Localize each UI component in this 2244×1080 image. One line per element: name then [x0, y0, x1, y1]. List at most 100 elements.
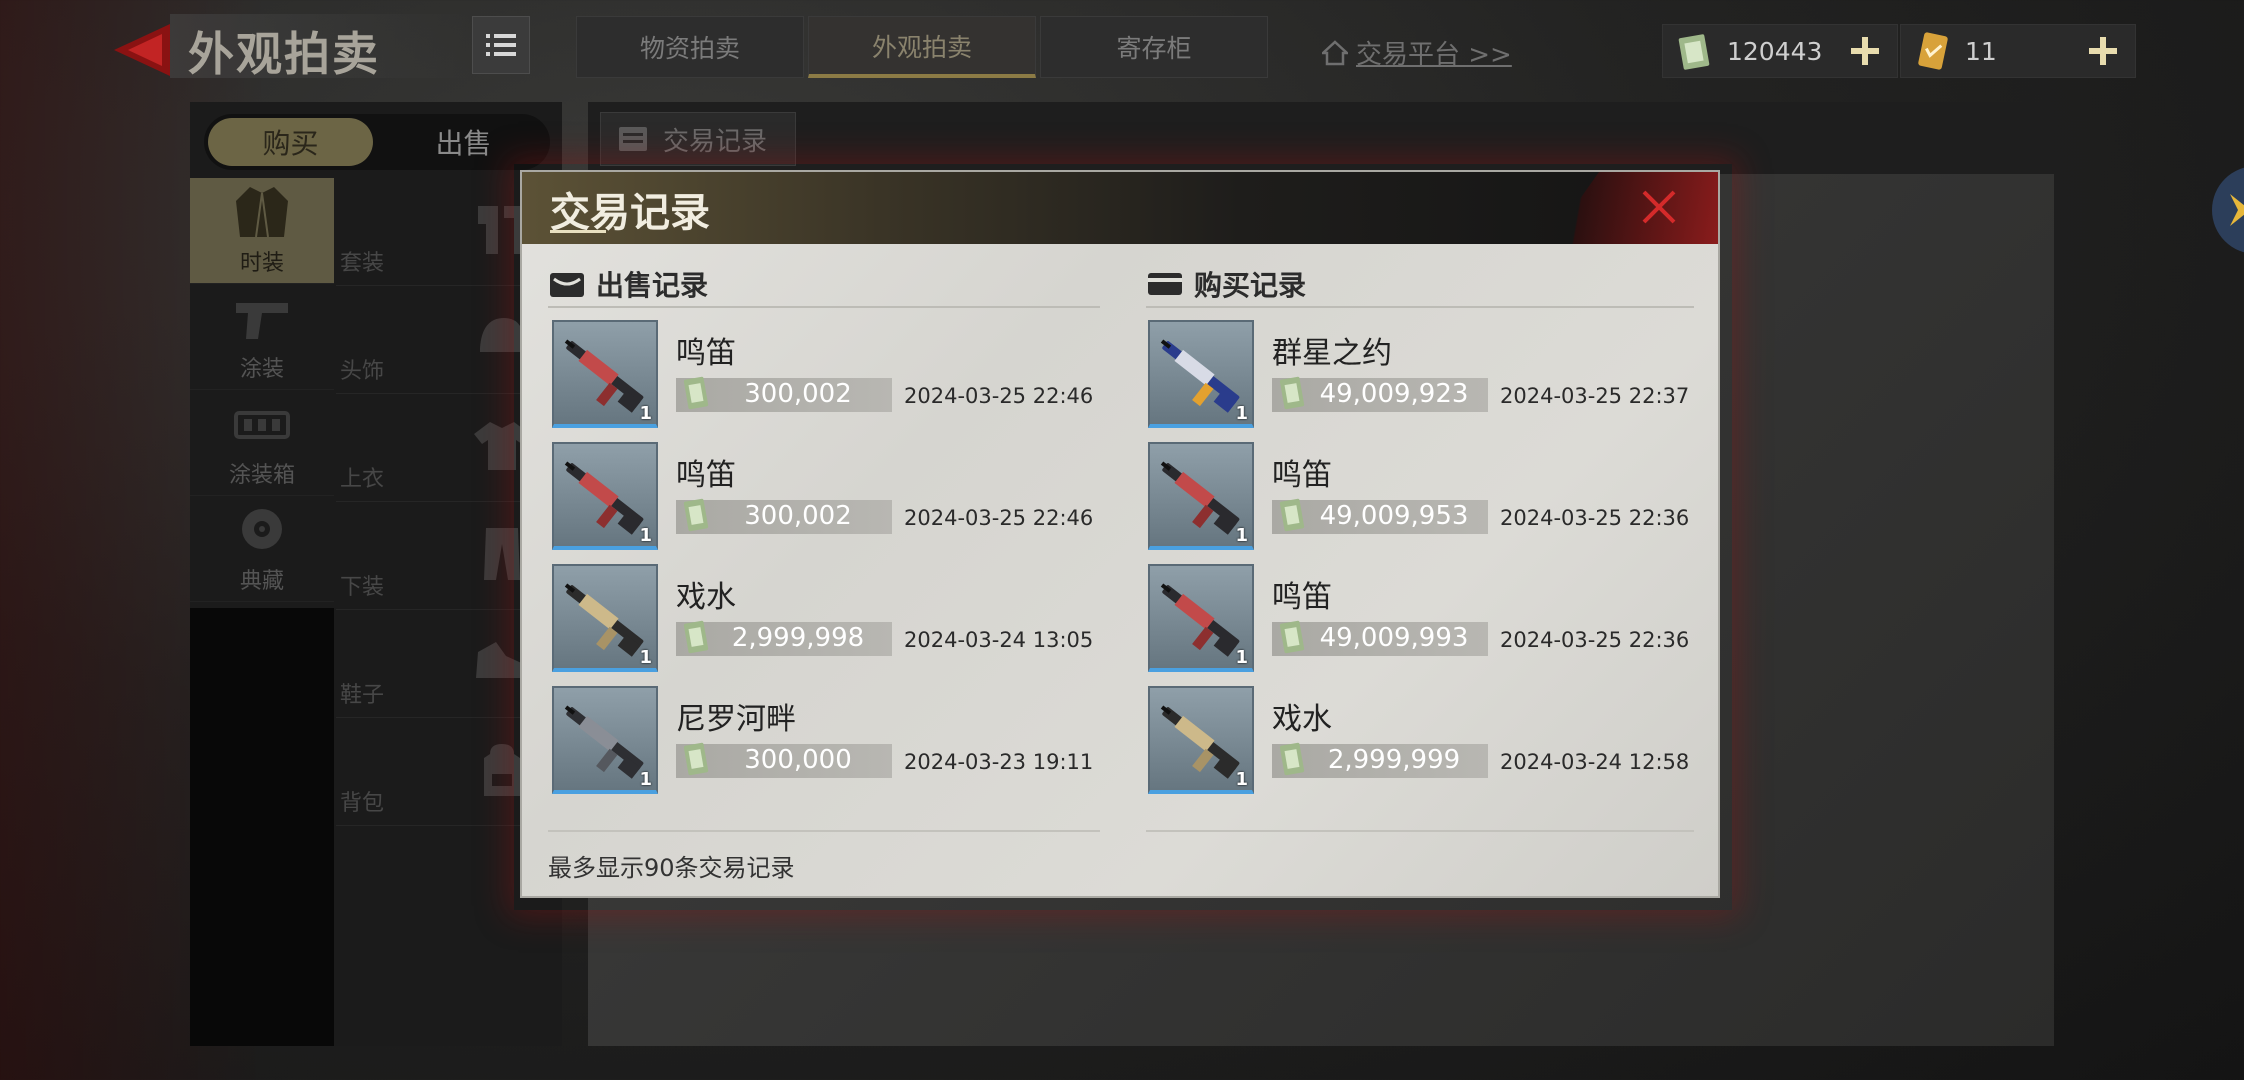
- sell-toggle[interactable]: 出售: [381, 118, 546, 166]
- trade-date: 2024-03-24 13:05: [904, 628, 1094, 652]
- buy-sell-toggle: 购买 出售: [204, 114, 550, 170]
- category-paint-box[interactable]: 涂装箱: [190, 390, 334, 496]
- category-collection[interactable]: 典藏: [190, 496, 334, 602]
- sell-tray-icon: [550, 273, 584, 297]
- item-thumbnail[interactable]: 1: [1148, 564, 1254, 672]
- item-name: 群星之约: [1272, 336, 1392, 371]
- trade-date: 2024-03-25 22:46: [904, 384, 1094, 408]
- record-row: 1 鸣笛 300,002 2024-03-25 22:46: [552, 442, 1112, 564]
- item-name: 戏水: [676, 580, 736, 615]
- price-value: 49,009,923: [1319, 379, 1469, 409]
- item-name: 鸣笛: [676, 458, 736, 493]
- sell-records-heading: 出售记录: [548, 264, 708, 304]
- buy-divider: [1146, 306, 1694, 308]
- record-row: 1 戏水 2,999,999 2024-03-24 12:58: [1148, 686, 1708, 808]
- record-limit-note: 最多显示90条交易记录: [548, 854, 795, 882]
- price-value: 300,002: [744, 501, 852, 531]
- trade-date: 2024-03-25 22:36: [1500, 628, 1690, 652]
- page-title: 外观拍卖: [188, 27, 380, 81]
- tab-supplies-auction[interactable]: 物资拍卖: [576, 16, 804, 78]
- price-value: 49,009,993: [1319, 623, 1469, 653]
- trade-date: 2024-03-24 12:58: [1500, 750, 1690, 774]
- record-row: 1 鸣笛 300,002 2024-03-25 22:46: [552, 320, 1112, 442]
- item-name: 鸣笛: [1272, 458, 1332, 493]
- buy-toggle[interactable]: 购买: [208, 118, 373, 166]
- pistol-icon: [236, 303, 288, 339]
- trade-record-label: 交易记录: [663, 126, 768, 157]
- add-ticket-icon[interactable]: [2083, 31, 2123, 71]
- add-cash-icon[interactable]: [1845, 31, 1885, 71]
- item-quantity: 1: [639, 403, 652, 424]
- buy-records-title: 购买记录: [1194, 269, 1307, 302]
- item-quantity: 1: [1235, 647, 1248, 668]
- close-icon[interactable]: [1638, 186, 1680, 228]
- category-label: 涂装: [239, 357, 284, 382]
- record-row: 1 戏水 2,999,998 2024-03-24 13:05: [552, 564, 1112, 686]
- back-button[interactable]: [110, 20, 180, 80]
- cash-amount: 120443: [1727, 36, 1823, 66]
- buy-records-heading: 购买记录: [1146, 264, 1306, 304]
- price-bar: 300,002: [676, 498, 892, 534]
- top-tabs: 物资拍卖 外观拍卖 寄存柜: [576, 16, 1272, 78]
- item-name: 鸣笛: [676, 336, 736, 371]
- category-column: 时装 涂装 涂装箱 典藏: [190, 178, 334, 602]
- trade-date: 2024-03-25 22:36: [1500, 506, 1690, 530]
- subcategory-label: 上衣: [340, 467, 385, 492]
- currency-cash: 120443: [1662, 24, 1898, 78]
- tab-appearance-auction[interactable]: 外观拍卖: [808, 16, 1036, 78]
- item-thumbnail[interactable]: 1: [552, 442, 658, 550]
- price-bar: 2,999,998: [676, 620, 892, 656]
- price-value: 300,002: [744, 379, 852, 409]
- sell-record-list: 1 鸣笛 300,002 2024-03-25 22:46 1 鸣笛 300,002 2024…: [552, 320, 1112, 808]
- record-row: 1 鸣笛 49,009,993 2024-03-25 22:36: [1148, 564, 1708, 686]
- item-name: 鸣笛: [1272, 580, 1332, 615]
- category-paint[interactable]: 涂装: [190, 284, 334, 390]
- list-menu-icon: [486, 34, 516, 56]
- subcategory-label: 头饰: [340, 359, 385, 384]
- item-thumbnail[interactable]: 1: [552, 564, 658, 672]
- category-fashion[interactable]: 时装: [190, 178, 334, 284]
- price-bar: 300,002: [676, 376, 892, 412]
- bottom-divider-left: [548, 830, 1100, 832]
- item-quantity: 1: [639, 525, 652, 546]
- category-filler: [190, 608, 334, 1046]
- title-underline: [550, 230, 606, 233]
- item-name: 尼罗河畔: [676, 702, 796, 737]
- price-bar: 49,009,953: [1272, 498, 1488, 534]
- back-arrow-icon: [114, 24, 170, 76]
- price-value: 300,000: [744, 745, 852, 775]
- trade-record-modal: 交易记录 出售记录 购买记录 1 鸣笛 300,002 2024-03-25 22:4…: [520, 170, 1720, 898]
- item-quantity: 1: [1235, 525, 1248, 546]
- trade-record-button[interactable]: 交易记录: [600, 112, 796, 166]
- record-row: 1 尼罗河畔 300,000 2024-03-23 19:11: [552, 686, 1112, 808]
- item-thumbnail[interactable]: 1: [552, 320, 658, 428]
- sell-divider: [548, 306, 1100, 308]
- menu-button[interactable]: [472, 16, 530, 74]
- category-label: 时装: [239, 251, 284, 276]
- item-thumbnail[interactable]: 1: [1148, 320, 1254, 428]
- item-thumbnail[interactable]: 1: [1148, 442, 1254, 550]
- record-row: 1 群星之约 49,009,923 2024-03-25 22:37: [1148, 320, 1708, 442]
- buy-record-list: 1 群星之约 49,009,923 2024-03-25 22:37 1 鸣笛 49,009…: [1148, 320, 1708, 808]
- price-bar: 2,999,999: [1272, 742, 1488, 778]
- item-thumbnail[interactable]: 1: [552, 686, 658, 794]
- record-row: 1 鸣笛 49,009,953 2024-03-25 22:36: [1148, 442, 1708, 564]
- subcategory-label: 鞋子: [340, 683, 385, 708]
- house-icon: [1322, 39, 1348, 65]
- price-bar: 300,000: [676, 742, 892, 778]
- subcategory-label: 下装: [340, 575, 385, 600]
- tab-storage-locker[interactable]: 寄存柜: [1040, 16, 1268, 78]
- item-quantity: 1: [1235, 769, 1248, 790]
- price-bar: 49,009,923: [1272, 376, 1488, 412]
- trade-platform-link[interactable]: 交易平台 >>: [1322, 34, 1512, 71]
- paint-box-icon: [234, 411, 290, 439]
- record-book-icon: [619, 127, 647, 151]
- card-icon: [1148, 273, 1182, 295]
- price-bar: 49,009,993: [1272, 620, 1488, 656]
- item-thumbnail[interactable]: 1: [1148, 686, 1254, 794]
- sell-records-title: 出售记录: [596, 269, 709, 302]
- item-quantity: 1: [1235, 403, 1248, 424]
- header-stripe: [1548, 172, 1718, 244]
- bottom-divider-right: [1146, 830, 1694, 832]
- price-value: 2,999,999: [1327, 745, 1461, 775]
